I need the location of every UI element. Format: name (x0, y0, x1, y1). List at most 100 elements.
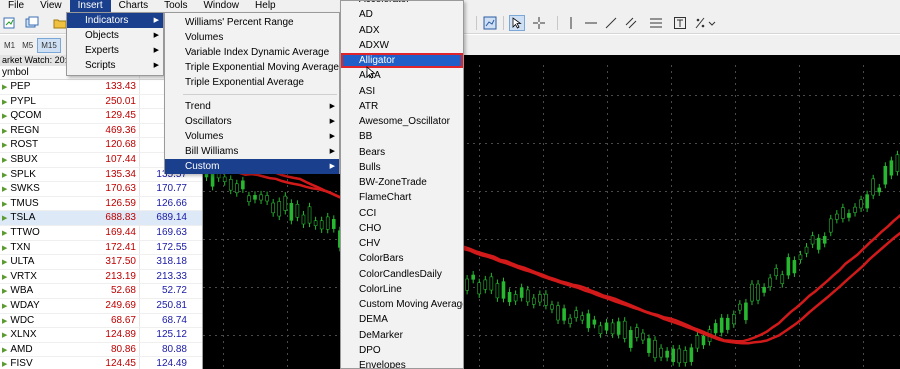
custom-indicator-item[interactable]: Custom Moving Average (341, 297, 463, 312)
insert-objects-item[interactable]: Objects ▶ (67, 28, 163, 43)
grid-dot (799, 173, 800, 175)
market-watch-row[interactable]: ▶ TXN 172.41 172.55 (0, 240, 202, 256)
candle-body (628, 330, 633, 348)
custom-indicator-item[interactable]: AD (341, 7, 463, 22)
group-oscillators[interactable]: Oscillators ▶ (165, 114, 339, 129)
custom-indicator-item[interactable]: ColorBars (341, 251, 463, 266)
custom-indicator-item[interactable]: AMA (341, 68, 463, 83)
market-watch-row[interactable]: ▶ AMD 80.86 80.88 (0, 342, 202, 358)
fibonacci-icon[interactable] (648, 15, 664, 31)
custom-indicator-item[interactable]: ASI (341, 84, 463, 99)
custom-indicator-item[interactable]: ADXW (341, 38, 463, 53)
grid-dot (223, 239, 224, 241)
market-watch-row[interactable]: ▶ FISV 124.45 124.49 (0, 357, 202, 369)
group-bill-williams[interactable]: Bill Williams ▶ (165, 144, 339, 159)
custom-indicator-item[interactable]: Envelopes (341, 358, 463, 368)
grid-dot (587, 191, 589, 192)
custom-indicator-item[interactable]: BW-ZoneTrade (341, 175, 463, 190)
chart-window-icon[interactable] (482, 15, 498, 31)
custom-indicator-item[interactable]: Bears (341, 145, 463, 160)
indicator-volumes[interactable]: Volumes (165, 30, 339, 45)
grid-dot (543, 341, 544, 343)
menu-separator (183, 94, 337, 95)
custom-indicator-item[interactable]: Awesome_Oscillator (341, 114, 463, 129)
new-chart-icon[interactable] (2, 15, 18, 31)
custom-indicator-item[interactable]: ColorLine (341, 282, 463, 297)
crosshair-icon[interactable] (531, 15, 547, 31)
menu-view[interactable]: View (32, 0, 70, 12)
menu-charts[interactable]: Charts (111, 0, 156, 12)
insert-indicators-item[interactable]: Indicators ▶ (67, 13, 163, 28)
indicator-vidya[interactable]: Variable Index Dynamic Average (165, 45, 339, 60)
grid-dot (827, 143, 829, 144)
cursor-icon[interactable] (509, 15, 525, 31)
market-watch-row[interactable]: ▶ ULTA 317.50 318.18 (0, 255, 202, 270)
market-watch-row[interactable]: ▶ XLNX 124.89 125.12 (0, 328, 202, 343)
menu-help[interactable]: Help (247, 0, 284, 12)
symbol-cell: ▶ PYPL (0, 95, 90, 109)
custom-indicator-item[interactable]: DEMA (341, 312, 463, 327)
group-trend[interactable]: Trend ▶ (165, 99, 339, 114)
market-watch-row[interactable]: ▶ WDC 68.67 68.74 (0, 313, 202, 329)
custom-indicator-item[interactable]: ColorCandlesDaily (341, 267, 463, 282)
menu-window[interactable]: Window (195, 0, 247, 12)
insert-experts-item[interactable]: Experts ▶ (67, 43, 163, 58)
grid-dot (743, 95, 745, 96)
custom-indicator-item[interactable]: CHV (341, 236, 463, 251)
timeframe-m5[interactable]: M5 (19, 39, 36, 52)
market-watch-row[interactable]: ▶ WBA 52.68 52.72 (0, 284, 202, 299)
market-watch-row[interactable]: ▶ SWKS 170.63 170.77 (0, 182, 202, 197)
trendline-icon[interactable] (603, 15, 619, 31)
grid-dot (815, 143, 817, 144)
market-watch-row[interactable]: ▶ TSLA 688.83 689.14 (0, 211, 202, 226)
custom-indicator-item[interactable]: DPO (341, 343, 463, 358)
indicator-tema[interactable]: Triple Exponential Moving Average (165, 60, 339, 75)
grid-dot (887, 191, 889, 192)
grid-dot (479, 77, 480, 79)
custom-indicator-item[interactable]: ADX (341, 23, 463, 38)
symbol-name: SWKS (10, 183, 40, 195)
grid-dot (287, 305, 288, 307)
custom-indicator-item[interactable]: Bulls (341, 160, 463, 175)
channel-icon[interactable] (623, 15, 639, 31)
timeframe-m1[interactable]: M1 (1, 39, 18, 52)
grid-dot (821, 239, 823, 240)
submenu-arrow-icon: ▶ (329, 133, 335, 140)
grid-dot (851, 143, 853, 144)
indicator-williams-percent-range[interactable]: Williams' Percent Range (165, 15, 339, 30)
menu-insert[interactable]: Insert (69, 0, 111, 12)
custom-indicator-item[interactable]: ATR (341, 99, 463, 114)
timeframe-m15[interactable]: M15 (37, 37, 61, 53)
market-watch-row[interactable]: ▶ TMUS 126.59 126.66 (0, 196, 202, 212)
insert-scripts-item[interactable]: Scripts ▶ (67, 58, 163, 73)
custom-indicator-item[interactable]: FlameChart (341, 190, 463, 205)
grid-dot (803, 335, 805, 336)
shapes-dropdown-icon[interactable] (694, 15, 718, 31)
group-volumes[interactable]: Volumes ▶ (165, 129, 339, 144)
indicator-trix[interactable]: Triple Exponential Average (165, 75, 339, 90)
vertical-line-icon[interactable] (563, 15, 579, 31)
grid-dot (869, 239, 871, 240)
candle-body (677, 348, 682, 364)
menu-tools[interactable]: Tools (156, 0, 195, 12)
market-watch-row[interactable]: ▶ VRTX 213.19 213.33 (0, 269, 202, 285)
grid-dot (761, 95, 763, 96)
group-custom[interactable]: Custom ▶ (165, 159, 339, 174)
custom-indicator-item[interactable]: CCI (341, 206, 463, 221)
timeframe-strip (460, 35, 900, 55)
grid-dot (223, 215, 224, 217)
custom-indicator-item[interactable]: Alligator (341, 53, 463, 69)
text-icon[interactable] (672, 15, 688, 31)
market-watch-row[interactable]: ▶ WDAY 249.69 250.81 (0, 298, 202, 314)
custom-indicator-item[interactable]: DeMarker (341, 328, 463, 343)
grid-dot (719, 239, 721, 240)
grid-dot (223, 293, 224, 295)
custom-indicator-item[interactable]: CHO (341, 221, 463, 236)
horizontal-line-icon[interactable] (583, 15, 599, 31)
market-watch-row[interactable]: ▶ TTWO 169.44 169.63 (0, 225, 202, 241)
grid-dot (799, 95, 800, 97)
menu-file[interactable]: File (0, 0, 32, 12)
profiles-icon[interactable] (24, 15, 40, 31)
custom-indicator-item[interactable]: Accelerator (341, 1, 463, 7)
custom-indicator-item[interactable]: BB (341, 129, 463, 144)
